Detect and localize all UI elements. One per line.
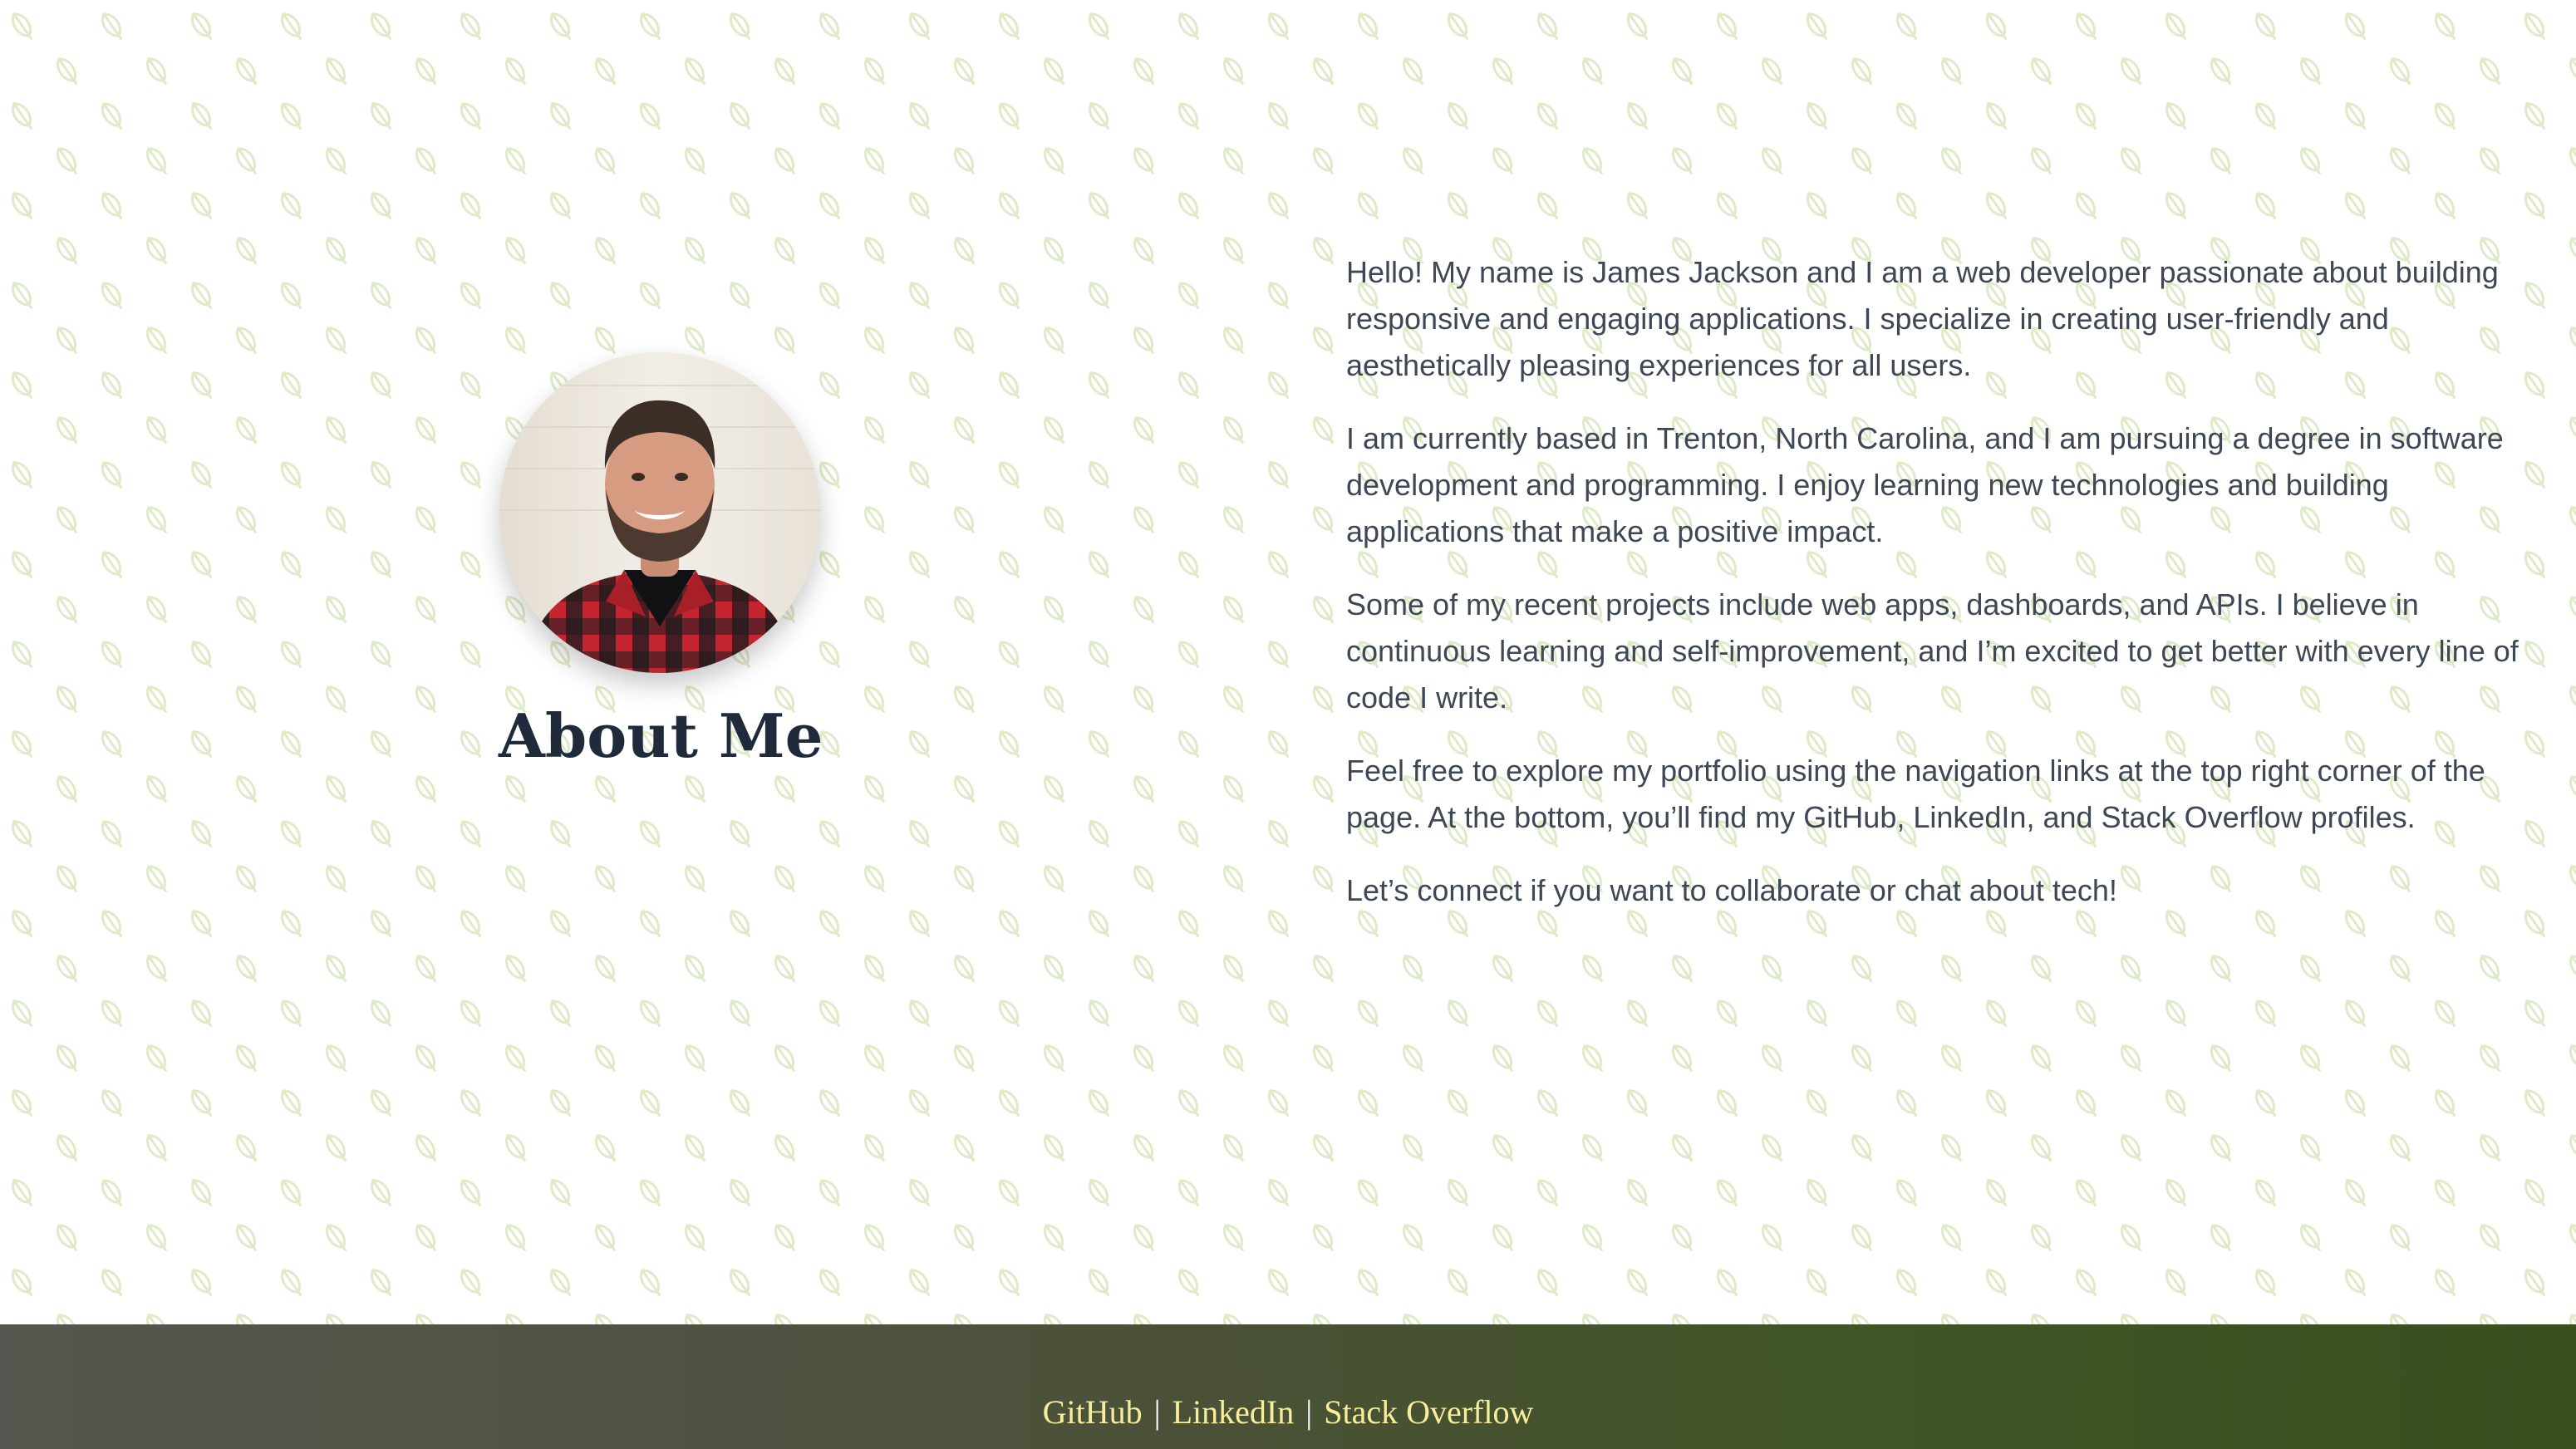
link-separator: | xyxy=(1153,1393,1161,1431)
about-intro: About Me xyxy=(499,352,823,771)
bio-paragraph: Hello! My name is James Jackson and I am… xyxy=(1346,255,2499,382)
avatar xyxy=(499,352,820,673)
bio-paragraph: Some of my recent projects include web a… xyxy=(1346,587,2519,715)
linkedin-link[interactable]: LinkedIn xyxy=(1172,1393,1295,1431)
bio-paragraph: I am currently based in Trenton, North C… xyxy=(1346,421,2504,548)
bio-paragraph: Let’s connect if you want to collaborate… xyxy=(1346,873,2117,907)
footer-links: GitHub | LinkedIn | Stack Overflow xyxy=(0,1393,2576,1432)
page-title: About Me xyxy=(499,700,823,771)
link-separator: | xyxy=(1305,1393,1313,1431)
bio-paragraph: Feel free to explore my portfolio using … xyxy=(1346,754,2485,834)
profile-photo xyxy=(499,352,820,673)
site-footer: GitHub | LinkedIn | Stack Overflow xyxy=(0,1324,2576,1449)
about-bio: Hello! My name is James Jackson and I am… xyxy=(1346,249,2543,941)
github-link[interactable]: GitHub xyxy=(1043,1393,1143,1431)
stack-overflow-link[interactable]: Stack Overflow xyxy=(1324,1393,1533,1431)
